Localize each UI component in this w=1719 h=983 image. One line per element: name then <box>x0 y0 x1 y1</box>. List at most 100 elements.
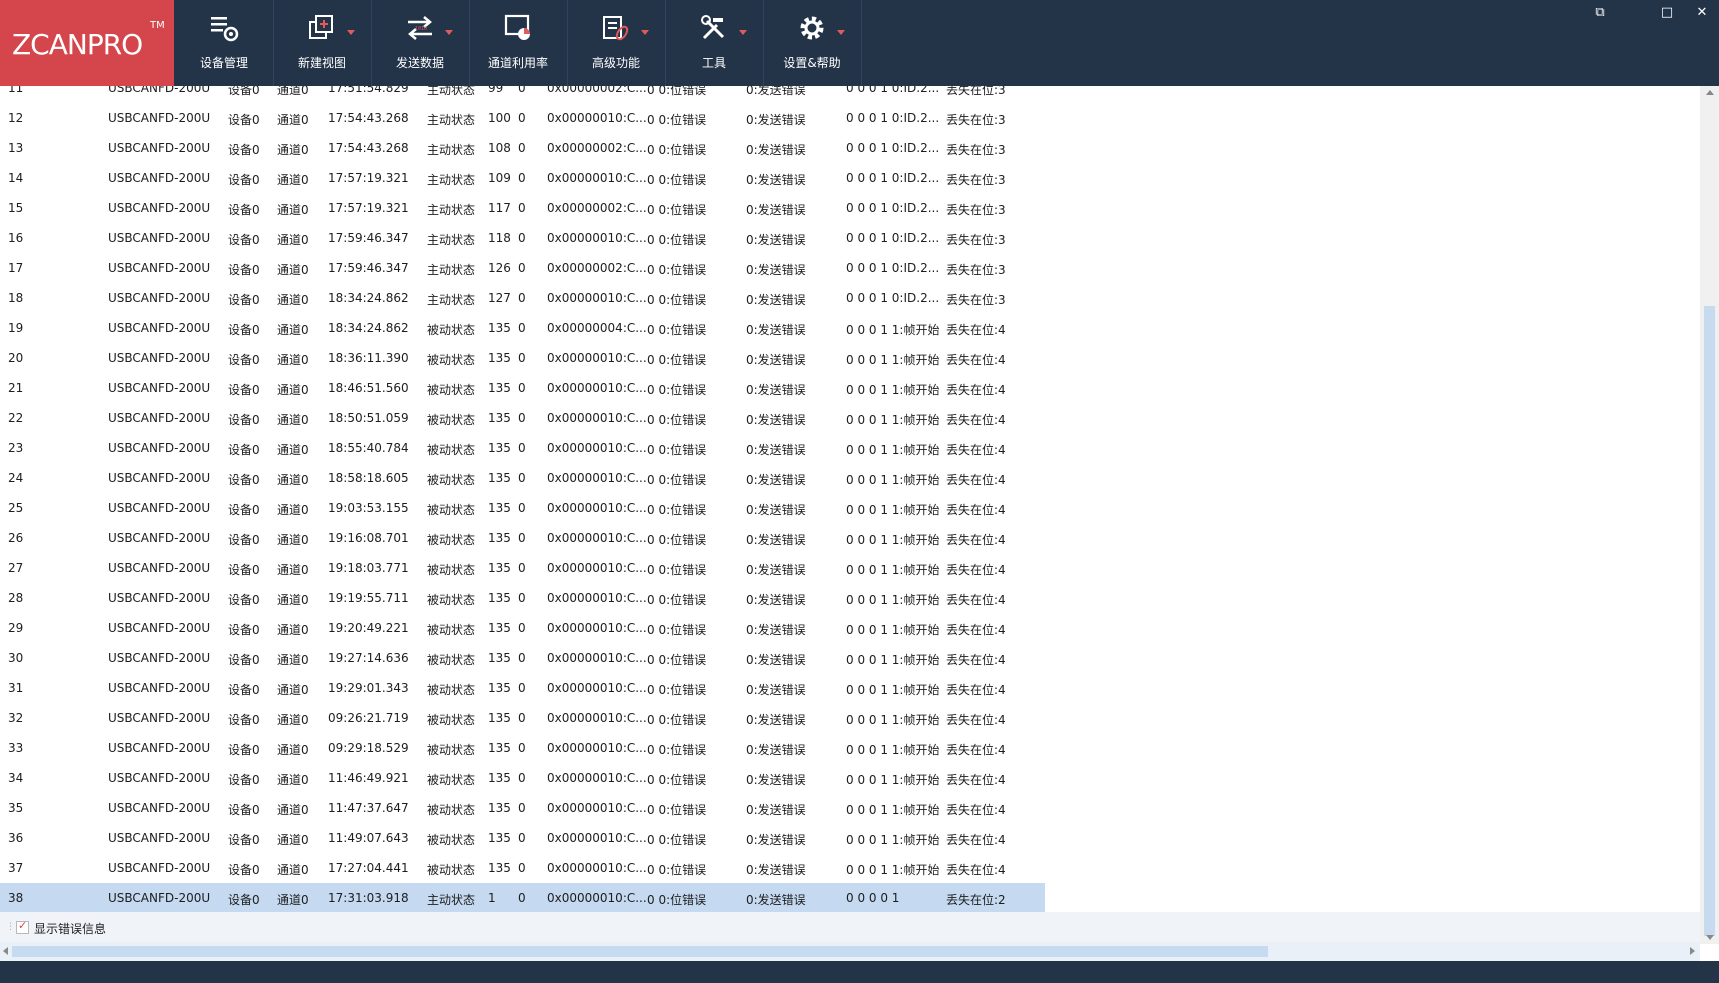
cell-rx-error-count: 135 <box>488 621 511 635</box>
cell-device-type: USBCANFD-200U <box>108 201 211 215</box>
table-row[interactable]: 32 USBCANFD-200U 设备0 通道0 09:26:21.719 被动状态 135… <box>0 703 1045 733</box>
table-row[interactable]: 34 USBCANFD-200U 设备0 通道0 11:46:49.921 被动状态 135… <box>0 763 1045 793</box>
cell-device-id: 设备0 <box>228 383 260 397</box>
device-manage-button[interactable]: 设备管理 <box>175 0 274 86</box>
table-row[interactable]: 37 USBCANFD-200U 设备0 通道0 17:27:04.441 被动状态 135… <box>0 853 1045 883</box>
show-errors-checkbox[interactable] <box>16 919 29 934</box>
table-row[interactable]: 16 USBCANFD-200U 设备0 通道0 17:59:46.347 主动状态 118… <box>0 223 1045 253</box>
table-row[interactable]: 19 USBCANFD-200U 设备0 通道0 18:34:24.862 被动状态 135… <box>0 313 1045 343</box>
settings-help-dropdown-caret <box>837 30 845 35</box>
tools-dropdown-caret <box>739 30 747 35</box>
table-row[interactable]: 12 USBCANFD-200U 设备0 通道0 17:54:43.268 主动状态 100… <box>0 103 1045 133</box>
send-data-button[interactable]: 1010 发送数据 <box>371 0 470 86</box>
error-log-table[interactable]: 11 USBCANFD-200U 设备0 通道0 17:51:54.829 主动状态 99 0… <box>0 86 1700 912</box>
table-row[interactable]: 33 USBCANFD-200U 设备0 通道0 09:29:18.529 被动状态 135… <box>0 733 1045 763</box>
cell-error-state: 被动状态 <box>427 743 476 757</box>
cell-channel: 通道0 <box>277 563 309 577</box>
table-row[interactable]: 20 USBCANFD-200U 设备0 通道0 18:36:11.390 被动状态 135… <box>0 343 1045 373</box>
cell-device-type: USBCANFD-200U <box>108 651 211 665</box>
table-row[interactable]: 28 USBCANFD-200U 设备0 通道0 19:19:55.711 被动状态 135… <box>0 583 1045 613</box>
logo-text: ZCANPRO <box>12 28 143 61</box>
cell-timestamp: 18:36:11.390 <box>328 351 409 365</box>
horizontal-scrollbar[interactable] <box>0 942 1700 961</box>
restore-window-button[interactable]: ⧉ <box>1591 4 1609 22</box>
settings-help-button[interactable]: 设置&帮助 <box>763 0 862 86</box>
cell-lost-arbitration: 丢失在位:4 <box>946 383 1006 397</box>
cell-device-id: 设备0 <box>228 563 260 577</box>
advanced-dropdown-caret <box>641 30 649 35</box>
table-row[interactable]: 24 USBCANFD-200U 设备0 通道0 18:58:18.605 被动状态 135… <box>0 463 1045 493</box>
vertical-scroll-thumb[interactable] <box>1704 306 1715 936</box>
cell-error-detail: 0 0 0 1 0:ID.2... <box>846 141 940 155</box>
cell-error-state: 主动状态 <box>427 173 476 187</box>
cell-error-detail: 0 0 0 1 1:帧开始 <box>846 563 940 577</box>
maximize-window-button[interactable]: □ <box>1658 4 1676 22</box>
cell-rx-error-count: 135 <box>488 591 511 605</box>
vertical-scrollbar[interactable] <box>1700 86 1719 944</box>
cell-error-detail: 0 0 0 1 1:帧开始 <box>846 713 940 727</box>
cell-bit-error: 0 0:位错误 <box>647 443 707 457</box>
cell-row-index: 29 <box>8 621 24 635</box>
cell-device-id: 设备0 <box>228 773 260 787</box>
cell-error-state: 被动状态 <box>427 353 476 367</box>
cell-timestamp: 19:19:55.711 <box>328 591 409 605</box>
table-row[interactable]: 15 USBCANFD-200U 设备0 通道0 17:57:19.321 主动状态 117… <box>0 193 1045 223</box>
table-row[interactable]: 29 USBCANFD-200U 设备0 通道0 19:20:49.221 被动状态 135… <box>0 613 1045 643</box>
cell-bit-error: 0 0:位错误 <box>647 413 707 427</box>
channel-usage-button[interactable]: 通道利用率 <box>469 0 568 86</box>
scroll-left-arrow-icon[interactable] <box>3 947 8 955</box>
advanced-button[interactable]: 高级功能 <box>567 0 666 86</box>
advanced-label: 高级功能 <box>591 56 640 70</box>
cell-timestamp: 17:57:19.321 <box>328 171 409 185</box>
table-row[interactable]: 36 USBCANFD-200U 设备0 通道0 11:49:07.643 被动状态 135… <box>0 823 1045 853</box>
cell-error-code: 0x00000010:C... <box>547 771 647 785</box>
table-row[interactable]: 11 USBCANFD-200U 设备0 通道0 17:51:54.829 主动状态 99 0… <box>0 86 1045 103</box>
cell-channel: 通道0 <box>277 833 309 847</box>
table-row[interactable]: 27 USBCANFD-200U 设备0 通道0 19:18:03.771 被动状态 135… <box>0 553 1045 583</box>
table-row[interactable]: 22 USBCANFD-200U 设备0 通道0 18:50:51.059 被动状态 135… <box>0 403 1045 433</box>
table-row[interactable]: 35 USBCANFD-200U 设备0 通道0 11:47:37.647 被动状态 135… <box>0 793 1045 823</box>
cell-tx-error: 0:发送错误 <box>746 473 806 487</box>
cell-rx-error-count: 135 <box>488 471 511 485</box>
table-row[interactable]: 38 USBCANFD-200U 设备0 通道0 17:31:03.918 主动状态 1 0 0… <box>0 883 1045 912</box>
cell-device-type: USBCANFD-200U <box>108 561 211 575</box>
cell-tx-error-count: 0 <box>518 891 526 905</box>
table-row[interactable]: 14 USBCANFD-200U 设备0 通道0 17:57:19.321 主动状态 109… <box>0 163 1045 193</box>
horizontal-scroll-thumb[interactable] <box>12 946 1268 957</box>
cell-error-detail: 0 0 0 1 1:帧开始 <box>846 353 940 367</box>
table-row[interactable]: 13 USBCANFD-200U 设备0 通道0 17:54:43.268 主动状态 108… <box>0 133 1045 163</box>
tools-label: 工具 <box>701 56 726 70</box>
cell-error-state: 被动状态 <box>427 533 476 547</box>
cell-tx-error-count: 0 <box>518 321 526 335</box>
cell-device-id: 设备0 <box>228 863 260 877</box>
cell-tx-error: 0:发送错误 <box>746 893 806 907</box>
new-view-button[interactable]: 新建视图 <box>273 0 372 86</box>
show-errors-label[interactable]: 显示错误信息 <box>34 920 106 937</box>
cell-channel: 通道0 <box>277 293 309 307</box>
cell-error-detail: 0 0 0 1 0:ID.2... <box>846 291 940 305</box>
table-footer: ⋮⋮ 显示错误信息 <box>0 912 1700 942</box>
cell-error-code: 0x00000010:C... <box>547 441 647 455</box>
cell-bit-error: 0 0:位错误 <box>647 233 707 247</box>
cell-tx-error: 0:发送错误 <box>746 293 806 307</box>
cell-error-state: 被动状态 <box>427 563 476 577</box>
table-row[interactable]: 30 USBCANFD-200U 设备0 通道0 19:27:14.636 被动状态 135… <box>0 643 1045 673</box>
close-window-button[interactable]: ✕ <box>1693 4 1711 22</box>
table-row[interactable]: 21 USBCANFD-200U 设备0 通道0 18:46:51.560 被动状态 135… <box>0 373 1045 403</box>
table-row[interactable]: 31 USBCANFD-200U 设备0 通道0 19:29:01.343 被动状态 135… <box>0 673 1045 703</box>
cell-rx-error-count: 135 <box>488 441 511 455</box>
table-row[interactable]: 23 USBCANFD-200U 设备0 通道0 18:55:40.784 被动状态 135… <box>0 433 1045 463</box>
table-row[interactable]: 26 USBCANFD-200U 设备0 通道0 19:16:08.701 被动状态 135… <box>0 523 1045 553</box>
scroll-up-arrow-icon[interactable] <box>1706 90 1714 95</box>
cell-error-detail: 0 0 0 1 1:帧开始 <box>846 383 940 397</box>
cell-timestamp: 18:46:51.560 <box>328 381 409 395</box>
cell-tx-error-count: 0 <box>518 561 526 575</box>
cell-timestamp: 17:51:54.829 <box>328 86 409 95</box>
tools-button[interactable]: 工具 <box>665 0 764 86</box>
table-row[interactable]: 17 USBCANFD-200U 设备0 通道0 17:59:46.347 主动状态 126… <box>0 253 1045 283</box>
table-row[interactable]: 18 USBCANFD-200U 设备0 通道0 18:34:24.862 主动状态 127… <box>0 283 1045 313</box>
scroll-right-arrow-icon[interactable] <box>1690 947 1695 955</box>
table-row[interactable]: 25 USBCANFD-200U 设备0 通道0 19:03:53.155 被动状态 135… <box>0 493 1045 523</box>
scroll-down-arrow-icon[interactable] <box>1706 935 1714 940</box>
cell-timestamp: 18:34:24.862 <box>328 321 409 335</box>
